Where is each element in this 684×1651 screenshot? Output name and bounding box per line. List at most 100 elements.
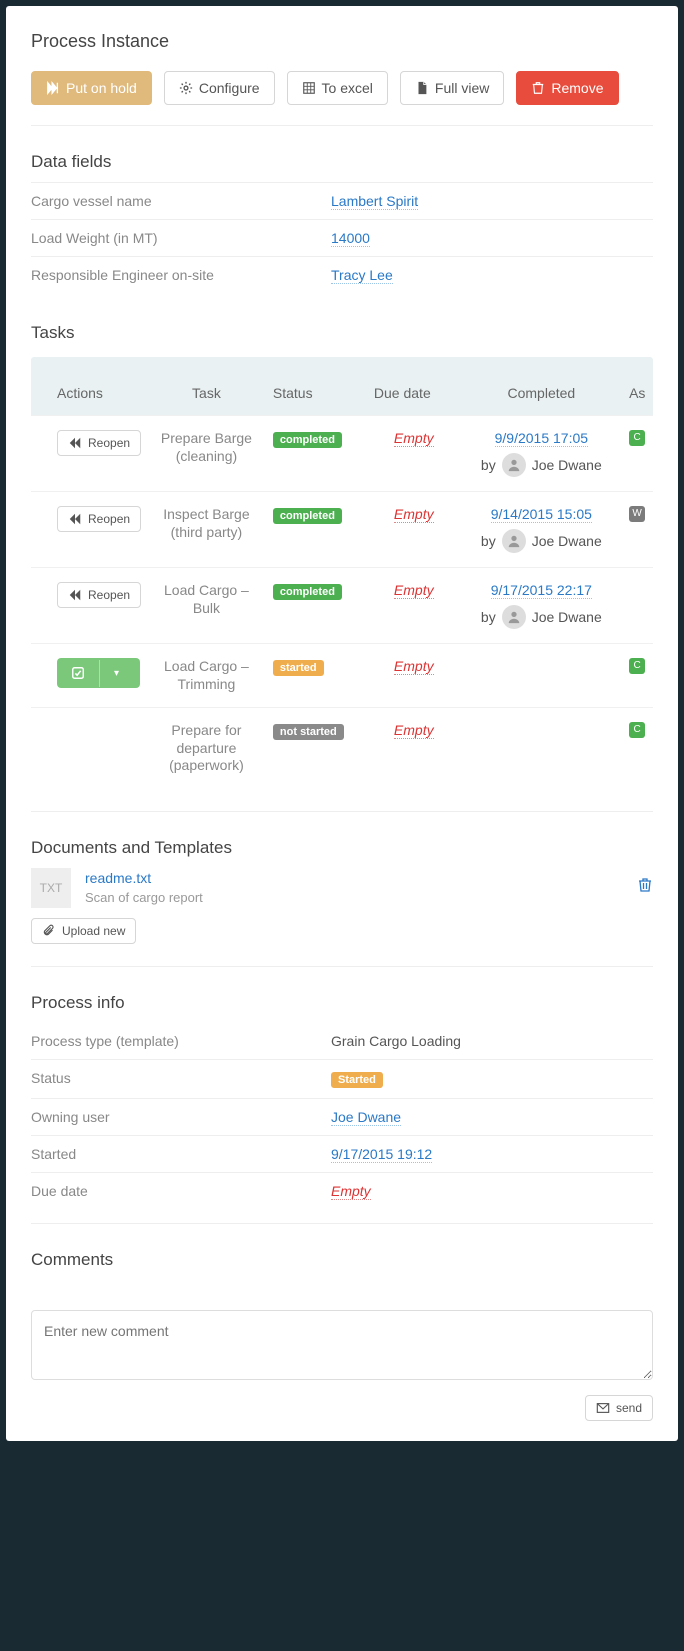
task-action-split-button[interactable]: ▾ bbox=[57, 658, 140, 688]
process-info-label: Due date bbox=[31, 1183, 331, 1199]
rewind-icon bbox=[68, 436, 82, 450]
task-name: Load Cargo – Bulk bbox=[156, 582, 257, 617]
completed-by: byJoe Dwane bbox=[470, 453, 613, 477]
due-date-value[interactable]: Empty bbox=[394, 722, 434, 739]
data-field-row: Load Weight (in MT)14000 bbox=[31, 219, 653, 256]
documents-title: Documents and Templates bbox=[31, 838, 653, 858]
tasks-title: Tasks bbox=[31, 323, 653, 343]
task-name: Inspect Barge (third party) bbox=[156, 506, 257, 541]
table-row: Reopen Prepare Barge (cleaning) completed E… bbox=[31, 416, 653, 492]
task-name: Load Cargo – Trimming bbox=[156, 658, 257, 693]
due-date-value[interactable]: Empty bbox=[394, 582, 434, 599]
spreadsheet-icon bbox=[302, 81, 316, 95]
rewind-icon bbox=[68, 512, 82, 526]
reopen-button[interactable]: Reopen bbox=[57, 430, 141, 456]
upload-new-button[interactable]: Upload new bbox=[31, 918, 136, 944]
table-row: ▾ Load Cargo – Trimming started Empty C bbox=[31, 644, 653, 708]
delete-document-icon[interactable] bbox=[637, 877, 653, 898]
assignee-chip[interactable]: W bbox=[629, 506, 645, 522]
completed-date-link[interactable]: 9/9/2015 17:05 bbox=[495, 430, 588, 447]
data-field-value-link[interactable]: 14000 bbox=[331, 230, 370, 247]
col-due: Due date bbox=[366, 357, 462, 416]
status-badge: completed bbox=[273, 584, 342, 600]
gear-icon bbox=[179, 81, 193, 95]
comment-input[interactable] bbox=[31, 1310, 653, 1380]
forward-icon bbox=[46, 81, 60, 95]
configure-button[interactable]: Configure bbox=[164, 71, 275, 105]
process-info-label: Process type (template) bbox=[31, 1033, 331, 1049]
table-row: Reopen Load Cargo – Bulk completed Empty 9/1… bbox=[31, 568, 653, 644]
completed-date-link[interactable]: 9/14/2015 15:05 bbox=[491, 506, 592, 523]
process-info-row: StatusStarted bbox=[31, 1059, 653, 1098]
col-task: Task bbox=[148, 357, 265, 416]
trash-icon bbox=[531, 81, 545, 95]
put-on-hold-button[interactable]: Put on hold bbox=[31, 71, 152, 105]
document-name-link[interactable]: readme.txt bbox=[85, 870, 203, 886]
full-view-label: Full view bbox=[435, 80, 489, 96]
status-badge: completed bbox=[273, 508, 342, 524]
col-completed: Completed bbox=[462, 357, 621, 416]
data-fields-title: Data fields bbox=[31, 152, 653, 172]
process-info-label: Status bbox=[31, 1070, 331, 1088]
reopen-button[interactable]: Reopen bbox=[57, 506, 141, 532]
avatar bbox=[502, 529, 526, 553]
status-badge: Started bbox=[331, 1072, 383, 1088]
status-badge: not started bbox=[273, 724, 344, 740]
data-field-value-link[interactable]: Tracy Lee bbox=[331, 267, 393, 284]
table-row: Prepare for departure (paperwork) not sta… bbox=[31, 708, 653, 789]
data-field-value-link[interactable]: Lambert Spirit bbox=[331, 193, 418, 210]
avatar bbox=[502, 453, 526, 477]
process-info-value-link[interactable]: 9/17/2015 19:12 bbox=[331, 1146, 432, 1163]
to-excel-label: To excel bbox=[322, 80, 373, 96]
rewind-icon bbox=[68, 588, 82, 602]
remove-button[interactable]: Remove bbox=[516, 71, 618, 105]
assignee-chip[interactable]: C bbox=[629, 658, 645, 674]
process-info-row: Due dateEmpty bbox=[31, 1172, 653, 1209]
full-view-button[interactable]: Full view bbox=[400, 71, 504, 105]
paperclip-icon bbox=[42, 924, 56, 938]
configure-label: Configure bbox=[199, 80, 260, 96]
status-badge: started bbox=[273, 660, 324, 676]
document-thumb: TXT bbox=[31, 868, 71, 908]
completed-date-link[interactable]: 9/17/2015 22:17 bbox=[491, 582, 592, 599]
due-date-value[interactable]: Empty bbox=[394, 506, 434, 523]
document-description: Scan of cargo report bbox=[85, 890, 203, 905]
table-row: Reopen Inspect Barge (third party) complet… bbox=[31, 492, 653, 568]
upload-new-label: Upload new bbox=[62, 924, 125, 938]
to-excel-button[interactable]: To excel bbox=[287, 71, 388, 105]
check-square-icon bbox=[71, 666, 85, 680]
page-title: Process Instance bbox=[31, 31, 647, 52]
process-info-title: Process info bbox=[31, 993, 653, 1013]
due-date-value[interactable]: Empty bbox=[394, 430, 434, 447]
process-info-row: Owning userJoe Dwane bbox=[31, 1098, 653, 1135]
put-on-hold-label: Put on hold bbox=[66, 80, 137, 96]
completed-by: byJoe Dwane bbox=[470, 529, 613, 553]
process-info-label: Started bbox=[31, 1146, 331, 1162]
document-icon bbox=[415, 81, 429, 95]
process-info-value-link[interactable]: Joe Dwane bbox=[331, 1109, 401, 1126]
data-field-label: Responsible Engineer on-site bbox=[31, 267, 331, 283]
col-actions: Actions bbox=[31, 357, 148, 416]
col-assigned: As bbox=[621, 357, 653, 416]
mail-icon bbox=[596, 1401, 610, 1415]
assignee-chip[interactable]: C bbox=[629, 430, 645, 446]
send-comment-button[interactable]: send bbox=[585, 1395, 653, 1421]
caret-down-icon[interactable]: ▾ bbox=[99, 660, 133, 687]
status-badge: completed bbox=[273, 432, 342, 448]
completed-by: byJoe Dwane bbox=[470, 605, 613, 629]
process-info-row: Process type (template)Grain Cargo Loadi… bbox=[31, 1023, 653, 1059]
assignee-chip[interactable]: C bbox=[629, 722, 645, 738]
data-field-label: Cargo vessel name bbox=[31, 193, 331, 209]
task-name: Prepare for departure (paperwork) bbox=[156, 722, 257, 775]
data-field-row: Cargo vessel nameLambert Spirit bbox=[31, 182, 653, 219]
due-date-value[interactable]: Empty bbox=[394, 658, 434, 675]
close-icon[interactable] bbox=[647, 26, 659, 57]
reopen-button[interactable]: Reopen bbox=[57, 582, 141, 608]
process-info-label: Owning user bbox=[31, 1109, 331, 1125]
data-field-label: Load Weight (in MT) bbox=[31, 230, 331, 246]
process-info-value: Grain Cargo Loading bbox=[331, 1033, 461, 1049]
comments-title: Comments bbox=[31, 1250, 653, 1270]
task-name: Prepare Barge (cleaning) bbox=[156, 430, 257, 465]
remove-label: Remove bbox=[551, 80, 603, 96]
process-info-empty-value[interactable]: Empty bbox=[331, 1183, 371, 1200]
